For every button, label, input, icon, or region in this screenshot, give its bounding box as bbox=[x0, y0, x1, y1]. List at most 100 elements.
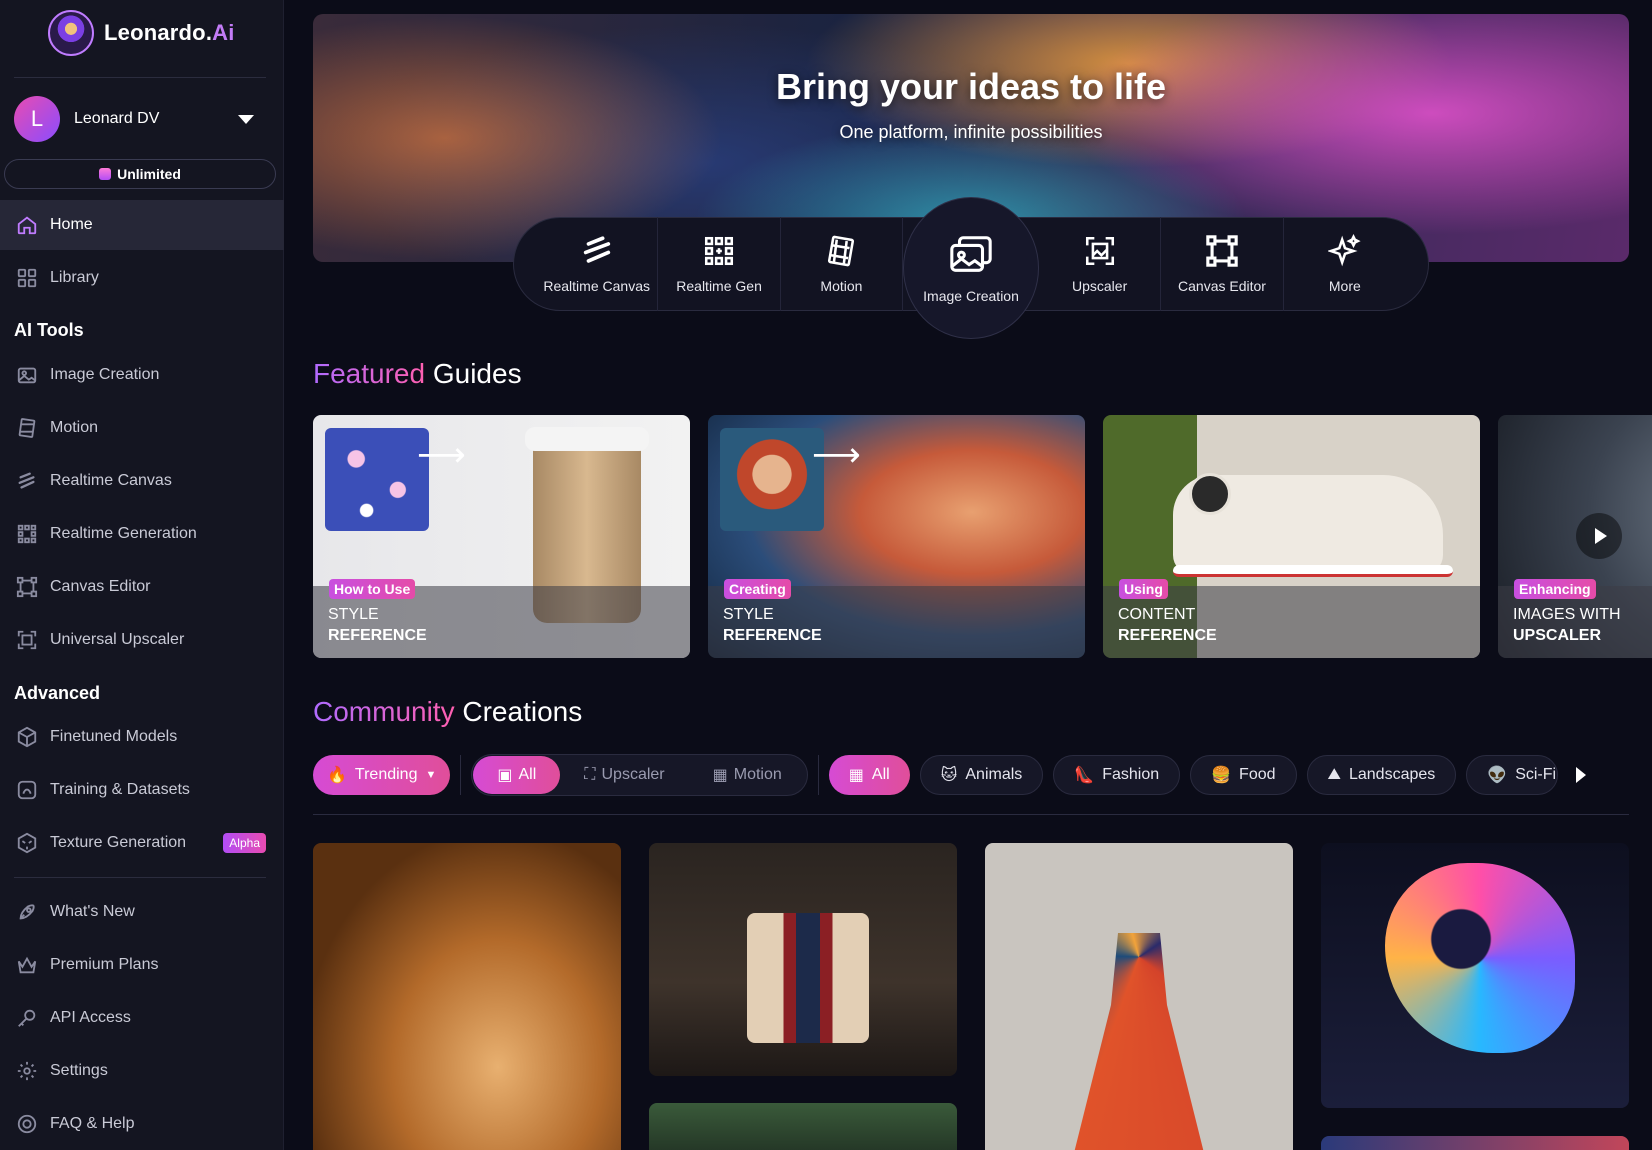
sneaker-sole bbox=[1173, 565, 1453, 577]
sort-dropdown[interactable]: 🔥 Trending ▼ bbox=[313, 755, 451, 795]
tool-more[interactable]: More bbox=[1284, 217, 1406, 311]
sidebar-item-home[interactable]: Home bbox=[0, 200, 284, 250]
sidebar-item-api-access[interactable]: API Access bbox=[0, 993, 284, 1043]
tool-label: Upscaler bbox=[1071, 278, 1128, 294]
guide-line2: REFERENCE bbox=[723, 627, 822, 644]
section-title-ai-tools: AI Tools bbox=[14, 320, 84, 340]
type-filter-motion[interactable]: ▦ Motion bbox=[689, 756, 806, 794]
tool-realtime-gen[interactable]: Realtime Gen bbox=[658, 217, 781, 311]
creation-image[interactable] bbox=[649, 1103, 957, 1150]
guide-card[interactable]: ⟶ Creating STYLE REFERENCE bbox=[708, 415, 1085, 658]
guide-tag: Creating bbox=[724, 579, 791, 599]
sidebar-item-universal-upscaler[interactable]: Universal Upscaler bbox=[0, 615, 284, 665]
play-icon[interactable] bbox=[1576, 513, 1622, 559]
scribble-icon bbox=[583, 236, 610, 263]
tool-upscaler[interactable]: Upscaler bbox=[1039, 217, 1162, 311]
tool-motion[interactable]: Motion bbox=[781, 217, 904, 311]
sidebar-item-label: Settings bbox=[50, 1062, 108, 1079]
chevron-right-icon[interactable] bbox=[1568, 755, 1595, 795]
cube-icon bbox=[16, 726, 38, 748]
creation-image[interactable] bbox=[1321, 843, 1629, 1108]
creation-image[interactable] bbox=[649, 843, 957, 1076]
category-all[interactable]: ▦ All bbox=[828, 755, 910, 795]
guide-card[interactable]: Enhancing IMAGES WITH UPSCALER bbox=[1498, 415, 1652, 658]
tool-realtime-canvas[interactable]: Realtime Canvas bbox=[536, 217, 659, 311]
guide-card[interactable]: Using CONTENT REFERENCE bbox=[1103, 415, 1480, 658]
sidebar-item-whats-new[interactable]: What's New bbox=[0, 887, 284, 937]
chevron-down-icon: ▼ bbox=[425, 769, 437, 781]
user-menu[interactable]: L Leonard DV bbox=[14, 96, 264, 142]
divider bbox=[14, 77, 266, 78]
cat-icon: 🐱 bbox=[940, 767, 958, 784]
sidebar-item-label: FAQ & Help bbox=[50, 1115, 135, 1132]
brand-name-main: Leonardo. bbox=[104, 20, 213, 45]
tool-image-creation[interactable]: Image Creation bbox=[903, 197, 1039, 339]
crop-square-icon bbox=[1206, 235, 1238, 267]
creation-image[interactable] bbox=[1321, 1136, 1629, 1150]
type-filter-all[interactable]: ▣ All bbox=[473, 756, 561, 794]
sidebar-item-motion[interactable]: Motion bbox=[0, 403, 284, 453]
guide-card[interactable]: ⟶ How to Use STYLE REFERENCE bbox=[313, 415, 690, 658]
sidebar-item-label: Training & Datasets bbox=[50, 781, 190, 798]
brand[interactable]: Leonardo.Ai bbox=[48, 10, 235, 56]
category-landscapes[interactable]: ⛰ Landscapes bbox=[1306, 755, 1457, 795]
shoe-icon: 👠 bbox=[1074, 767, 1095, 784]
tool-label: Realtime Gen bbox=[676, 278, 762, 294]
type-filter-group: ▣ All ⛶ Upscaler ▦ Motion bbox=[471, 754, 808, 796]
guide-line1: STYLE bbox=[723, 606, 774, 623]
plan-badge[interactable]: Unlimited bbox=[4, 159, 276, 189]
image-icon bbox=[16, 364, 38, 386]
category-label: Landscapes bbox=[1348, 766, 1436, 783]
grid-icon: ▦ bbox=[848, 767, 864, 784]
filter-label: All bbox=[518, 766, 537, 783]
sidebar-item-realtime-generation[interactable]: Realtime Generation bbox=[0, 509, 284, 559]
filter-label: Motion bbox=[733, 766, 782, 783]
category-fashion[interactable]: 👠 Fashion bbox=[1053, 755, 1181, 795]
scribble-icon bbox=[16, 470, 38, 492]
avatar: L bbox=[14, 96, 60, 142]
category-animals[interactable]: 🐱 Animals bbox=[919, 755, 1044, 795]
sidebar-item-faq-help[interactable]: FAQ & Help bbox=[0, 1099, 284, 1149]
portrait-thumbnail bbox=[720, 428, 824, 531]
featured-guides-carousel: ⟶ How to Use STYLE REFERENCE ⟶ Creating … bbox=[313, 415, 1652, 658]
image-icon: ▣ bbox=[497, 767, 513, 784]
leonardo-logo-icon bbox=[48, 10, 94, 56]
guide-line2: UPSCALER bbox=[1513, 627, 1602, 644]
type-filter-upscaler[interactable]: ⛶ Upscaler bbox=[560, 756, 688, 794]
tool-label: Motion bbox=[820, 278, 863, 294]
sidebar-item-image-creation[interactable]: Image Creation bbox=[0, 350, 284, 400]
sidebar-item-library[interactable]: Library bbox=[0, 253, 284, 303]
title-rest: Creations bbox=[462, 696, 583, 727]
title-accent: Featured bbox=[313, 358, 426, 389]
sidebar-item-label: Realtime Generation bbox=[50, 525, 197, 542]
texture-cube-icon bbox=[16, 832, 38, 854]
sidebar-item-texture-generation[interactable]: Texture Generation Alpha bbox=[0, 818, 284, 868]
sidebar-item-label: What's New bbox=[50, 903, 135, 920]
sidebar-item-training-datasets[interactable]: Training & Datasets bbox=[0, 765, 284, 815]
sidebar: Leonardo.Ai L Leonard DV Unlimited Home … bbox=[0, 0, 284, 1150]
sidebar-item-premium-plans[interactable]: Premium Plans bbox=[0, 940, 284, 990]
abstract-shape bbox=[1385, 863, 1575, 1053]
title-accent: Community bbox=[313, 696, 455, 727]
guide-line1: STYLE bbox=[328, 606, 379, 623]
category-food[interactable]: 🍔 Food bbox=[1190, 755, 1297, 795]
upscale-icon bbox=[1085, 236, 1114, 266]
sidebar-item-canvas-editor[interactable]: Canvas Editor bbox=[0, 562, 284, 612]
creation-image[interactable] bbox=[985, 843, 1293, 1150]
sidebar-item-finetuned-models[interactable]: Finetuned Models bbox=[0, 712, 284, 762]
divider bbox=[460, 755, 462, 795]
user-name: Leonard DV bbox=[74, 110, 160, 127]
arrow-icon: ⟶ bbox=[812, 436, 861, 474]
chevron-down-icon[interactable] bbox=[238, 114, 254, 124]
gear-icon bbox=[16, 1060, 38, 1082]
sidebar-item-label: API Access bbox=[50, 1009, 131, 1026]
category-sci-fi[interactable]: 👽 Sci-Fi bbox=[1466, 755, 1559, 795]
brand-name: Leonardo.Ai bbox=[104, 20, 235, 46]
filters-divider bbox=[313, 814, 1629, 815]
creation-image[interactable] bbox=[313, 843, 621, 1150]
burger-icon: 🍔 bbox=[1211, 767, 1232, 784]
tool-canvas-editor[interactable]: Canvas Editor bbox=[1161, 217, 1284, 311]
sidebar-item-settings[interactable]: Settings bbox=[0, 1046, 284, 1096]
sidebar-item-label: Finetuned Models bbox=[50, 728, 178, 745]
sidebar-item-realtime-canvas[interactable]: Realtime Canvas bbox=[0, 456, 284, 506]
